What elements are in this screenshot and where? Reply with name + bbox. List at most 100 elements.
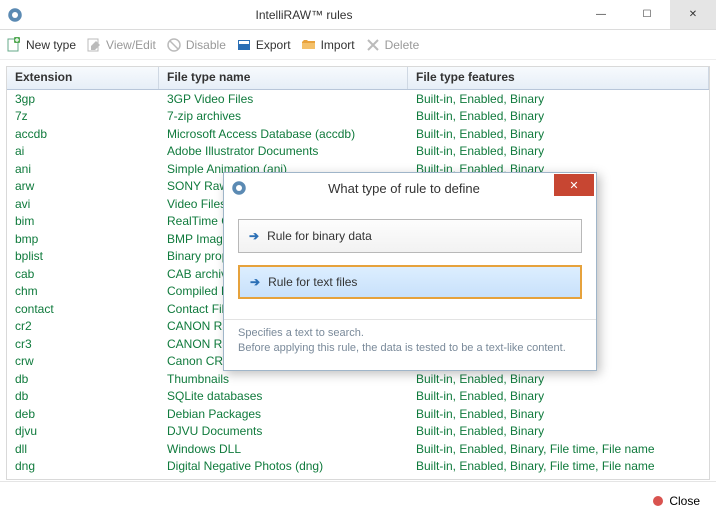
cell-extension: bim bbox=[7, 214, 159, 228]
new-type-label: New type bbox=[26, 38, 76, 52]
toolbar: New type View/Edit Disable Export Import… bbox=[0, 30, 716, 60]
table-row[interactable]: 3gp3GP Video FilesBuilt-in, Enabled, Bin… bbox=[7, 90, 709, 108]
import-label: Import bbox=[321, 38, 355, 52]
hint-line-1: Specifies a text to search. bbox=[238, 326, 582, 341]
cell-extension: cr3 bbox=[7, 337, 159, 351]
arrow-icon: ➔ bbox=[250, 275, 260, 289]
cell-extension: djvu bbox=[7, 424, 159, 438]
cell-file-type-name: DJVU Documents bbox=[159, 424, 408, 438]
rule-binary-label: Rule for binary data bbox=[267, 229, 372, 243]
cell-extension: bmp bbox=[7, 232, 159, 246]
table-row[interactable]: accdbMicrosoft Access Database (accdb)Bu… bbox=[7, 125, 709, 143]
column-file-type-features[interactable]: File type features bbox=[408, 67, 709, 89]
cell-file-type-features: Built-in, Enabled, Binary bbox=[408, 109, 709, 123]
cell-file-type-features: Built-in, Enabled, Binary bbox=[408, 92, 709, 106]
table-row[interactable]: 7z7-zip archivesBuilt-in, Enabled, Binar… bbox=[7, 108, 709, 126]
export-icon bbox=[236, 37, 252, 53]
cell-extension: crw bbox=[7, 354, 159, 368]
import-button[interactable]: Import bbox=[301, 37, 355, 53]
cell-file-type-name: Microsoft Access Database (accdb) bbox=[159, 127, 408, 141]
cell-extension: contact bbox=[7, 302, 159, 316]
view-edit-icon bbox=[86, 37, 102, 53]
dialog-close-button[interactable]: ✕ bbox=[554, 174, 594, 196]
cell-file-type-features: Built-in, Enabled, Binary bbox=[408, 424, 709, 438]
dialog-body: ➔ Rule for binary data ➔ Rule for text f… bbox=[224, 203, 596, 319]
cell-file-type-name: Adobe Illustrator Documents bbox=[159, 144, 408, 158]
rule-type-dialog: What type of rule to define ✕ ➔ Rule for… bbox=[223, 172, 597, 371]
minimize-button[interactable]: — bbox=[578, 0, 624, 29]
rule-binary-button[interactable]: ➔ Rule for binary data bbox=[238, 219, 582, 253]
delete-icon bbox=[365, 37, 381, 53]
cell-extension: ani bbox=[7, 162, 159, 176]
window-controls: — ☐ ✕ bbox=[578, 0, 716, 29]
disable-label: Disable bbox=[186, 38, 226, 52]
cell-extension: ai bbox=[7, 144, 159, 158]
cell-extension: 7z bbox=[7, 109, 159, 123]
column-file-type-name[interactable]: File type name bbox=[159, 67, 408, 89]
dialog-hint: Specifies a text to search. Before apply… bbox=[224, 319, 596, 370]
column-extension[interactable]: Extension bbox=[7, 67, 159, 89]
cell-extension: bplist bbox=[7, 249, 159, 263]
new-icon bbox=[6, 37, 22, 53]
cell-file-type-features: Built-in, Enabled, Binary, File time, Fi… bbox=[408, 442, 709, 456]
rule-text-button[interactable]: ➔ Rule for text files bbox=[238, 265, 582, 299]
cell-extension: arw bbox=[7, 179, 159, 193]
table-row[interactable]: dllWindows DLLBuilt-in, Enabled, Binary,… bbox=[7, 440, 709, 458]
cell-file-type-name: 3GP Video Files bbox=[159, 92, 408, 106]
cell-extension: dng bbox=[7, 459, 159, 473]
app-icon bbox=[6, 6, 24, 24]
delete-label: Delete bbox=[385, 38, 420, 52]
window-title: IntelliRAW™ rules bbox=[30, 8, 578, 22]
cell-file-type-name: SQLite databases bbox=[159, 389, 408, 403]
table-row[interactable]: dbThumbnailsBuilt-in, Enabled, Binary bbox=[7, 370, 709, 388]
cell-file-type-features: Built-in, Enabled, Binary bbox=[408, 407, 709, 421]
table-row[interactable]: djvuDJVU DocumentsBuilt-in, Enabled, Bin… bbox=[7, 423, 709, 441]
cell-extension: dll bbox=[7, 442, 159, 456]
cell-file-type-features: Built-in, Enabled, Binary, File time, Fi… bbox=[408, 459, 709, 473]
table-row[interactable]: dngDigital Negative Photos (dng)Built-in… bbox=[7, 458, 709, 476]
table-row[interactable]: debDebian PackagesBuilt-in, Enabled, Bin… bbox=[7, 405, 709, 423]
cell-extension: accdb bbox=[7, 127, 159, 141]
view-edit-label: View/Edit bbox=[106, 38, 156, 52]
new-type-button[interactable]: New type bbox=[6, 37, 76, 53]
table-row[interactable]: aiAdobe Illustrator DocumentsBuilt-in, E… bbox=[7, 143, 709, 161]
cell-extension: cab bbox=[7, 267, 159, 281]
cell-extension: chm bbox=[7, 284, 159, 298]
hint-line-2: Before applying this rule, the data is t… bbox=[238, 341, 582, 356]
close-window-button[interactable]: ✕ bbox=[670, 0, 716, 29]
cell-extension: 3gp bbox=[7, 92, 159, 106]
view-edit-button[interactable]: View/Edit bbox=[86, 37, 156, 53]
cell-extension: cr2 bbox=[7, 319, 159, 333]
cell-extension: deb bbox=[7, 407, 159, 421]
export-label: Export bbox=[256, 38, 291, 52]
close-button[interactable]: Close bbox=[669, 494, 700, 508]
maximize-button[interactable]: ☐ bbox=[624, 0, 670, 29]
cell-file-type-features: Built-in, Enabled, Binary bbox=[408, 372, 709, 386]
cell-file-type-name: Thumbnails bbox=[159, 372, 408, 386]
disable-icon bbox=[166, 37, 182, 53]
cell-extension: db bbox=[7, 372, 159, 386]
table-header: Extension File type name File type featu… bbox=[7, 67, 709, 90]
cell-file-type-name: 7-zip archives bbox=[159, 109, 408, 123]
cell-extension: avi bbox=[7, 197, 159, 211]
disable-button[interactable]: Disable bbox=[166, 37, 226, 53]
dialog-app-icon bbox=[230, 179, 248, 197]
cell-file-type-features: Built-in, Enabled, Binary bbox=[408, 127, 709, 141]
rule-text-label: Rule for text files bbox=[268, 275, 357, 289]
dialog-titlebar: What type of rule to define ✕ bbox=[224, 173, 596, 203]
cell-file-type-features: Built-in, Enabled, Binary bbox=[408, 389, 709, 403]
cell-extension: db bbox=[7, 389, 159, 403]
table-row[interactable]: dbSQLite databasesBuilt-in, Enabled, Bin… bbox=[7, 388, 709, 406]
cell-file-type-name: Debian Packages bbox=[159, 407, 408, 421]
export-button[interactable]: Export bbox=[236, 37, 291, 53]
import-icon bbox=[301, 37, 317, 53]
cell-file-type-name: Windows DLL bbox=[159, 442, 408, 456]
close-dot-icon bbox=[653, 496, 663, 506]
cell-file-type-name: Digital Negative Photos (dng) bbox=[159, 459, 408, 473]
footer: Close bbox=[0, 481, 716, 519]
cell-file-type-features: Built-in, Enabled, Binary bbox=[408, 144, 709, 158]
delete-button[interactable]: Delete bbox=[365, 37, 420, 53]
arrow-icon: ➔ bbox=[249, 229, 259, 243]
dialog-title: What type of rule to define bbox=[254, 181, 554, 196]
title-bar: IntelliRAW™ rules — ☐ ✕ bbox=[0, 0, 716, 30]
